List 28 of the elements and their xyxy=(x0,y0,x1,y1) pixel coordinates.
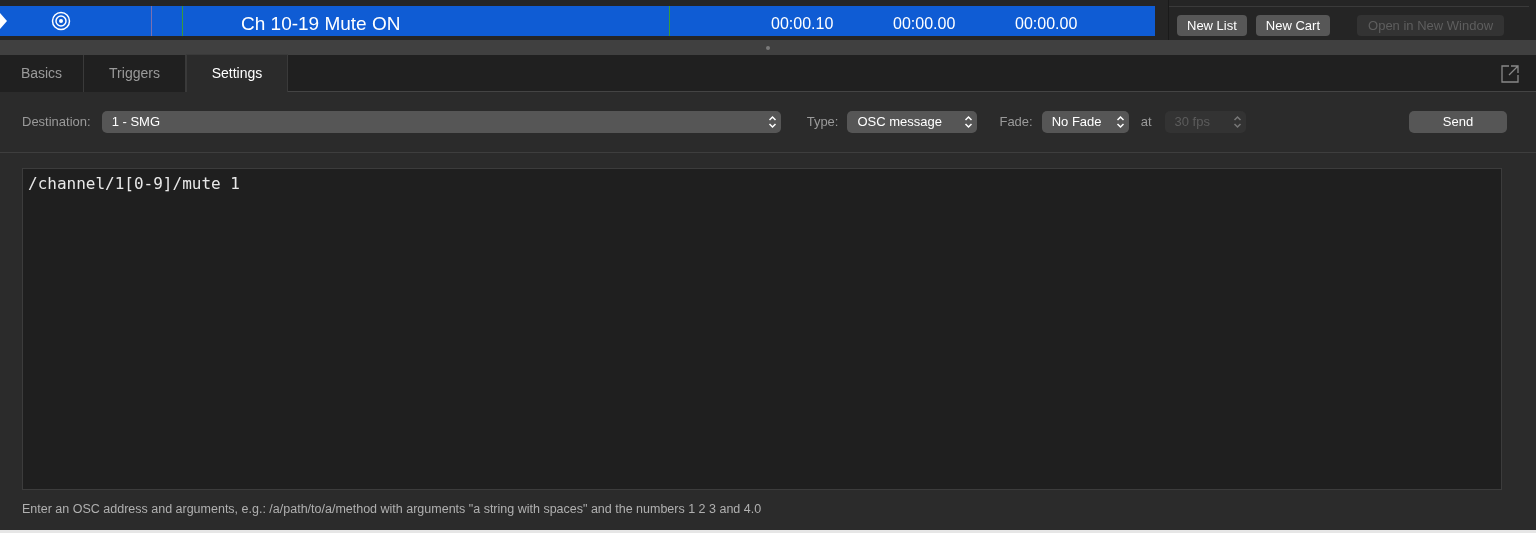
send-button[interactable]: Send xyxy=(1409,111,1507,133)
type-dropdown[interactable]: OSC message xyxy=(847,111,978,133)
fade-dropdown[interactable]: No Fade xyxy=(1041,111,1129,133)
stepper-icon xyxy=(1232,115,1242,129)
message-field[interactable]: /channel/1[0-9]/mute 1 xyxy=(22,168,1502,490)
list-button[interactable]: New List xyxy=(1177,15,1247,36)
cue-time: 00:00.10 xyxy=(771,14,834,34)
tab[interactable]: Triggers xyxy=(84,55,186,92)
stepper-icon xyxy=(1115,115,1125,129)
type-label: Type: xyxy=(806,113,839,132)
fade-label: Fade: xyxy=(999,113,1033,132)
destination-dropdown[interactable]: 1 - SMG xyxy=(101,111,781,133)
target-icon xyxy=(51,11,71,31)
tab[interactable]: Basics xyxy=(0,55,84,92)
cue-time: 00:00.00 xyxy=(893,14,956,34)
stepper-icon xyxy=(767,115,777,129)
hint-text: Enter an OSC address and arguments, e.g.: /a/path/to/a/method with arguments "a string with spaces" and the numbers 1 2 3 and 4.0 xyxy=(22,501,763,518)
split-handle[interactable] xyxy=(766,45,770,50)
cue-time: 00:00.00 xyxy=(1015,14,1078,34)
stepper-icon xyxy=(964,115,974,129)
tab[interactable]: Settings xyxy=(186,54,288,92)
cue-row[interactable]: Ch 10-19 Mute ON 00:00.10 00:00.00 00:00.00 xyxy=(0,6,1155,36)
pop-out-icon[interactable] xyxy=(1501,65,1519,83)
rate-label: at xyxy=(1140,113,1152,132)
destination-label: Destination: xyxy=(22,113,91,132)
list-button[interactable]: New Cart xyxy=(1255,15,1331,36)
playhead-icon xyxy=(0,13,8,29)
cue-name: Ch 10-19 Mute ON xyxy=(241,12,401,36)
